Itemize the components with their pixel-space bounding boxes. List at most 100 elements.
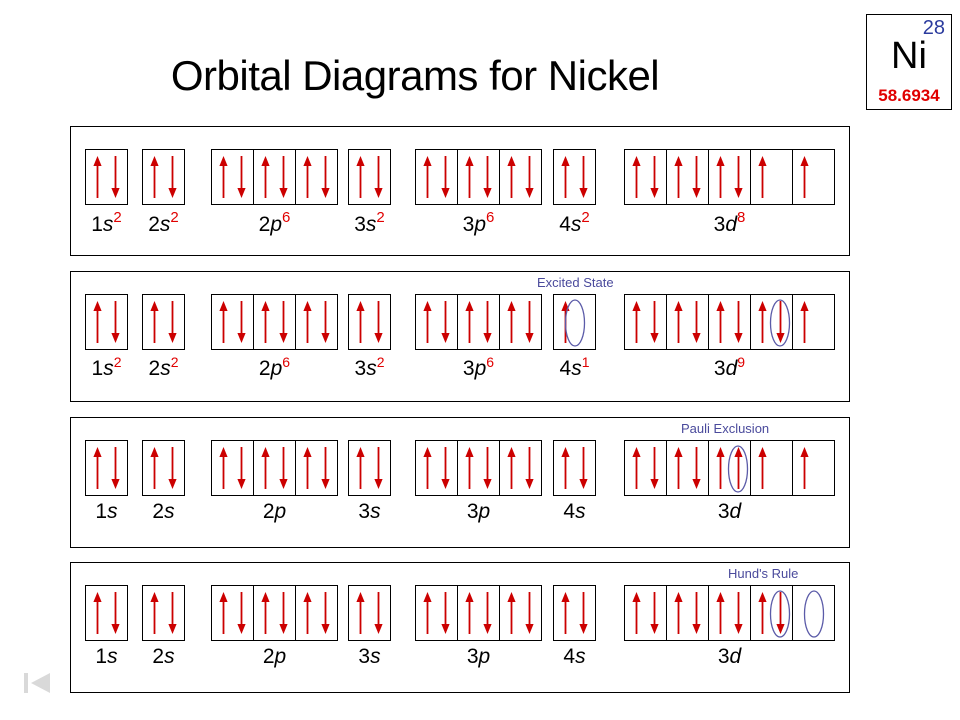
orbital-boxes: [553, 149, 596, 205]
orbital-box: [211, 440, 254, 496]
orbital-box: [348, 149, 391, 205]
orbital-box: [348, 585, 391, 641]
spin-down-arrow-icon: [167, 156, 178, 198]
spin-up-arrow-icon: [92, 301, 103, 343]
orbital-boxes: [553, 440, 596, 496]
spin-up-arrow-icon: [673, 447, 684, 489]
orbital-box: [142, 149, 185, 205]
orbital-label-3d: 3d9: [713, 354, 746, 380]
orbital-group-1s: 1s2: [85, 294, 128, 380]
orbital-boxes: [415, 440, 542, 496]
spin-down-arrow-icon: [524, 447, 535, 489]
spin-up-arrow-icon: [260, 592, 271, 634]
orbital-box: [211, 294, 254, 350]
orbital-box: [457, 149, 500, 205]
spin-down-arrow-icon: [236, 301, 247, 343]
orbital-label-2p: 2p: [262, 500, 287, 523]
spin-down-arrow-icon: [578, 156, 589, 198]
spin-up-arrow-icon: [757, 301, 768, 343]
orbital-box: [708, 294, 751, 350]
orbital-diagram-panel-excited-state: Excited State 1s2 2s2 2p6 3s2 3p6 4s1 3d9: [70, 271, 850, 402]
atomic-mass: 58.6934: [878, 86, 940, 105]
orbital-box: [553, 294, 596, 350]
panel-note: Pauli Exclusion: [681, 421, 770, 436]
orbital-label-2p: 2p6: [258, 209, 291, 236]
spin-up-arrow-icon: [422, 301, 433, 343]
orbital-box: [211, 585, 254, 641]
spin-down-arrow-icon: [691, 301, 702, 343]
orbital-box: [708, 585, 751, 641]
orbital-box: [708, 149, 751, 205]
orbital-group-3d: 3d9: [624, 294, 835, 380]
orbital-label-3d: 3d: [717, 500, 742, 523]
orbital-box: [253, 440, 296, 496]
orbital-group-2s: 2s2: [142, 149, 185, 236]
orbital-label-1s: 1s2: [91, 209, 122, 236]
orbital-group-3p: 3p6: [415, 294, 542, 380]
highlight-ellipse-icon: [803, 589, 825, 644]
spin-up-arrow-icon: [757, 592, 768, 634]
spin-up-arrow-icon: [560, 592, 571, 634]
orbital-boxes: [85, 585, 128, 641]
orbital-group-2p: 2p6: [211, 149, 338, 236]
orbital-box: [750, 440, 793, 496]
orbital-label-3d: 3d: [717, 645, 742, 668]
spin-up-arrow-icon: [218, 156, 229, 198]
spin-up-arrow-icon: [355, 592, 366, 634]
orbital-diagram-panel-hunds-rule: Hund's Rule 1s 2s 2p 3s 3p 4s 3d: [70, 562, 850, 693]
orbital-boxes: [553, 585, 596, 641]
spin-up-arrow-icon: [92, 447, 103, 489]
spin-up-arrow-icon: [149, 301, 160, 343]
orbital-label-2s: 2s2: [148, 209, 179, 236]
orbital-box: [253, 149, 296, 205]
spin-up-arrow-icon: [422, 156, 433, 198]
previous-slide-button[interactable]: [18, 670, 58, 696]
spin-up-arrow-icon: [464, 156, 475, 198]
spin-up-arrow-icon: [92, 592, 103, 634]
orbital-group-2p: 2p: [211, 440, 338, 523]
orbital-group-3d: 3d: [624, 585, 835, 668]
spin-up-arrow-icon: [302, 592, 313, 634]
spin-down-arrow-icon: [578, 447, 589, 489]
orbital-group-3d: 3d8: [624, 149, 835, 236]
spin-down-arrow-icon: [373, 156, 384, 198]
orbital-label-2p: 2p6: [258, 354, 291, 380]
orbital-label-4s: 4s1: [559, 354, 590, 380]
spin-up-arrow-icon: [302, 156, 313, 198]
orbital-label-2s: 2s: [152, 645, 175, 668]
orbital-label-3p: 3p: [466, 645, 491, 668]
spin-up-arrow-icon: [92, 156, 103, 198]
spin-up-arrow-icon: [149, 156, 160, 198]
spin-down-arrow-icon: [691, 592, 702, 634]
orbital-label-1s: 1s: [95, 645, 118, 668]
spin-down-arrow-icon: [167, 592, 178, 634]
spin-down-arrow-icon: [320, 592, 331, 634]
spin-up-arrow-icon: [799, 156, 810, 198]
orbital-boxes: [415, 585, 542, 641]
orbital-group-1s: 1s2: [85, 149, 128, 236]
orbital-box: [457, 585, 500, 641]
spin-up-arrow-icon: [715, 447, 726, 489]
orbital-box: [708, 440, 751, 496]
spin-up-arrow-icon: [733, 447, 744, 489]
orbital-box: [85, 294, 128, 350]
orbital-label-4s: 4s: [563, 500, 586, 523]
orbital-box: [85, 585, 128, 641]
spin-up-arrow-icon: [506, 592, 517, 634]
orbital-box: [415, 585, 458, 641]
orbital-box: [499, 440, 542, 496]
orbital-label-3s: 3s2: [354, 209, 385, 236]
orbital-box: [553, 585, 596, 641]
orbital-boxes: [211, 294, 338, 350]
orbital-box: [750, 294, 793, 350]
orbital-boxes: [348, 585, 391, 641]
spin-down-arrow-icon: [278, 156, 289, 198]
spin-up-arrow-icon: [149, 592, 160, 634]
spin-up-arrow-icon: [715, 156, 726, 198]
orbital-label-1s: 1s2: [91, 354, 122, 380]
orbital-group-3p: 3p6: [415, 149, 542, 236]
spin-down-arrow-icon: [373, 592, 384, 634]
spin-up-arrow-icon: [149, 447, 160, 489]
spin-down-arrow-icon: [649, 156, 660, 198]
spin-down-arrow-icon: [278, 447, 289, 489]
